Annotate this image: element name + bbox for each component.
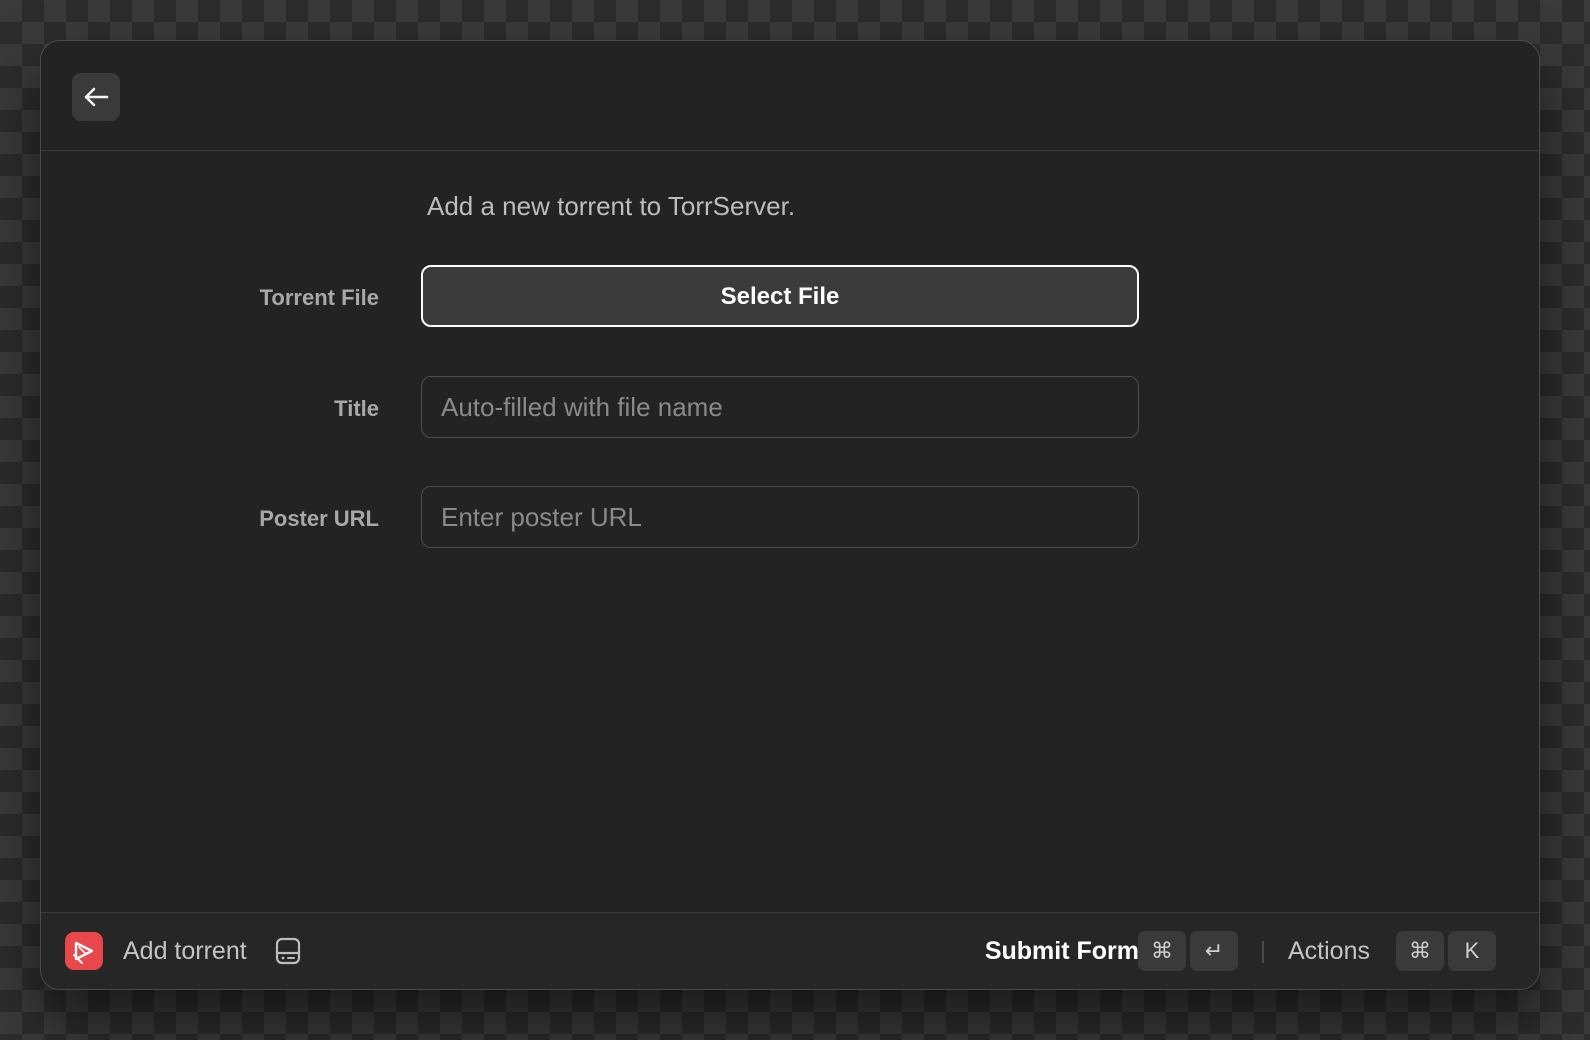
arrow-left-icon	[84, 87, 109, 107]
title-row: Title	[41, 376, 1539, 440]
hard-drive-icon	[275, 937, 301, 965]
title-label: Title	[334, 396, 379, 421]
title-input[interactable]	[421, 376, 1139, 438]
actions-button[interactable]: Actions	[1288, 913, 1370, 989]
poster-url-row: Poster URL	[41, 486, 1539, 550]
form-description: Add a new torrent to TorrServer.	[427, 191, 796, 221]
command-key-icon: ⌘	[1396, 931, 1444, 971]
command-name: Add torrent	[123, 937, 247, 965]
submit-form-button[interactable]: Submit Form	[985, 913, 1139, 989]
torrserver-app-icon	[65, 932, 103, 970]
command-key-icon: ⌘	[1138, 931, 1186, 971]
return-key-icon: ↵	[1190, 931, 1238, 971]
select-file-button[interactable]: Select File	[421, 265, 1139, 327]
extension-window: Add a new torrent to TorrServer. Torrent…	[40, 40, 1540, 990]
back-button[interactable]	[72, 73, 120, 121]
top-bar	[41, 41, 1539, 151]
torrent-file-row: Torrent File Select File	[41, 265, 1539, 329]
k-key-icon: K	[1448, 931, 1496, 971]
poster-url-label: Poster URL	[259, 506, 379, 531]
poster-url-input[interactable]	[421, 486, 1139, 548]
footer-divider	[1262, 941, 1264, 963]
torrent-file-label: Torrent File	[259, 285, 379, 310]
action-bar: Add torrent Submit Form ⌘ ↵ Actions ⌘ K	[41, 912, 1539, 989]
